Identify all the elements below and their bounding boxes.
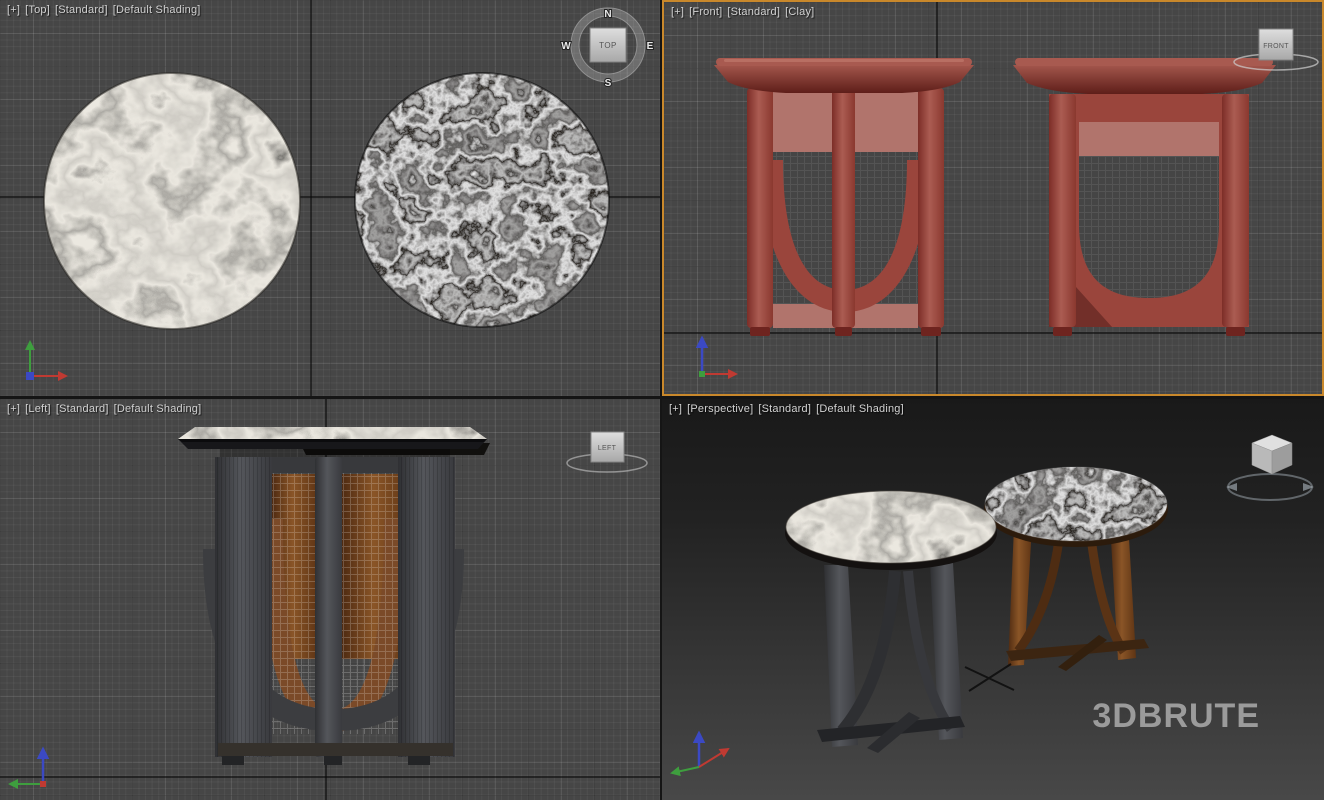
viewport-general-menu[interactable]: [+] — [671, 6, 684, 18]
compass-east[interactable]: E — [647, 41, 654, 52]
dark-marble-side-table[interactable] — [984, 467, 1168, 671]
watermark-3dbrute: 3DBRUTE — [1092, 697, 1260, 736]
axis-tripod-front-view — [664, 328, 744, 390]
tabletop-side-slab[interactable] — [178, 427, 490, 457]
viewport-front-active[interactable]: [+] [Front] [Standard] [Clay] — [662, 0, 1324, 396]
viewport-shading-menu[interactable]: [Default Shading] — [114, 403, 202, 415]
dark-marble-tabletop[interactable] — [355, 73, 609, 327]
viewcube-face-label[interactable]: TOP — [599, 41, 617, 50]
viewport-shading-menu[interactable]: [Clay] — [785, 6, 814, 18]
viewport-renderer-menu[interactable]: [Standard] — [55, 4, 108, 16]
viewport-pov-menu[interactable]: [Perspective] — [687, 403, 753, 415]
z-axis-marker — [26, 372, 34, 380]
viewport-menu-top: [+] [Top] [Standard] [Default Shading] — [7, 4, 201, 16]
axis-tripod-left-view — [0, 741, 80, 800]
compass-west[interactable]: W — [561, 41, 571, 52]
viewport-menu-front: [+] [Front] [Standard] [Clay] — [671, 6, 814, 18]
axis-tripod-perspective — [662, 717, 747, 787]
viewcube-top[interactable]: TOP N E S W — [561, 8, 653, 89]
viewport-general-menu[interactable]: [+] — [7, 4, 20, 16]
viewport-general-menu[interactable]: [+] — [669, 403, 682, 415]
viewport-menu-left: [+] [Left] [Standard] [Default Shading] — [7, 403, 201, 415]
viewcube-left[interactable]: LEFT — [567, 432, 647, 472]
viewport-renderer-menu[interactable]: [Standard] — [758, 403, 811, 415]
viewcube-face-label[interactable]: FRONT — [1263, 43, 1289, 50]
axis-tripod-top-view — [0, 330, 80, 392]
max-4-viewport-layout: [+] [Top] [Standard] [Default Shading] T… — [0, 0, 1324, 800]
clay-table-rotated[interactable] — [1013, 58, 1276, 336]
viewport-pov-menu[interactable]: [Front] — [689, 6, 722, 18]
perspective-scene[interactable] — [662, 399, 1324, 800]
compass-north[interactable]: N — [604, 9, 611, 20]
white-marble-tabletop[interactable] — [44, 73, 300, 329]
viewcube-perspective[interactable] — [1226, 435, 1314, 500]
clay-table-front[interactable] — [714, 58, 974, 336]
compass-south[interactable]: S — [605, 78, 612, 89]
viewport-pov-menu[interactable]: [Left] — [25, 403, 51, 415]
viewport-general-menu[interactable]: [+] — [7, 403, 20, 415]
viewport-shading-menu[interactable]: [Default Shading] — [113, 4, 201, 16]
viewport-renderer-menu[interactable]: [Standard] — [727, 6, 780, 18]
ground-cross-marker — [965, 664, 1014, 691]
left-view-scene[interactable]: LEFT — [0, 399, 660, 800]
viewport-pov-menu[interactable]: [Top] — [25, 4, 50, 16]
viewport-left[interactable]: [+] [Left] [Standard] [Default Shading] — [0, 399, 660, 800]
front-view-scene[interactable]: FRONT — [664, 2, 1322, 394]
viewport-shading-menu[interactable]: [Default Shading] — [816, 403, 904, 415]
x-axis-arrow — [699, 749, 728, 767]
viewport-menu-perspective: [+] [Perspective] [Standard] [Default Sh… — [669, 403, 904, 415]
viewport-renderer-menu[interactable]: [Standard] — [56, 403, 109, 415]
x-axis-marker — [40, 781, 46, 787]
top-view-scene[interactable]: TOP N E S W — [0, 0, 660, 396]
white-marble-side-table[interactable] — [785, 491, 997, 753]
viewport-top[interactable]: [+] [Top] [Standard] [Default Shading] T… — [0, 0, 660, 396]
viewport-perspective[interactable]: [+] [Perspective] [Standard] [Default Sh… — [662, 399, 1324, 800]
viewcube-face-label[interactable]: LEFT — [598, 445, 617, 452]
y-axis-arrow — [672, 767, 699, 773]
gray-table-front[interactable] — [203, 457, 464, 765]
y-axis-marker — [699, 371, 705, 377]
